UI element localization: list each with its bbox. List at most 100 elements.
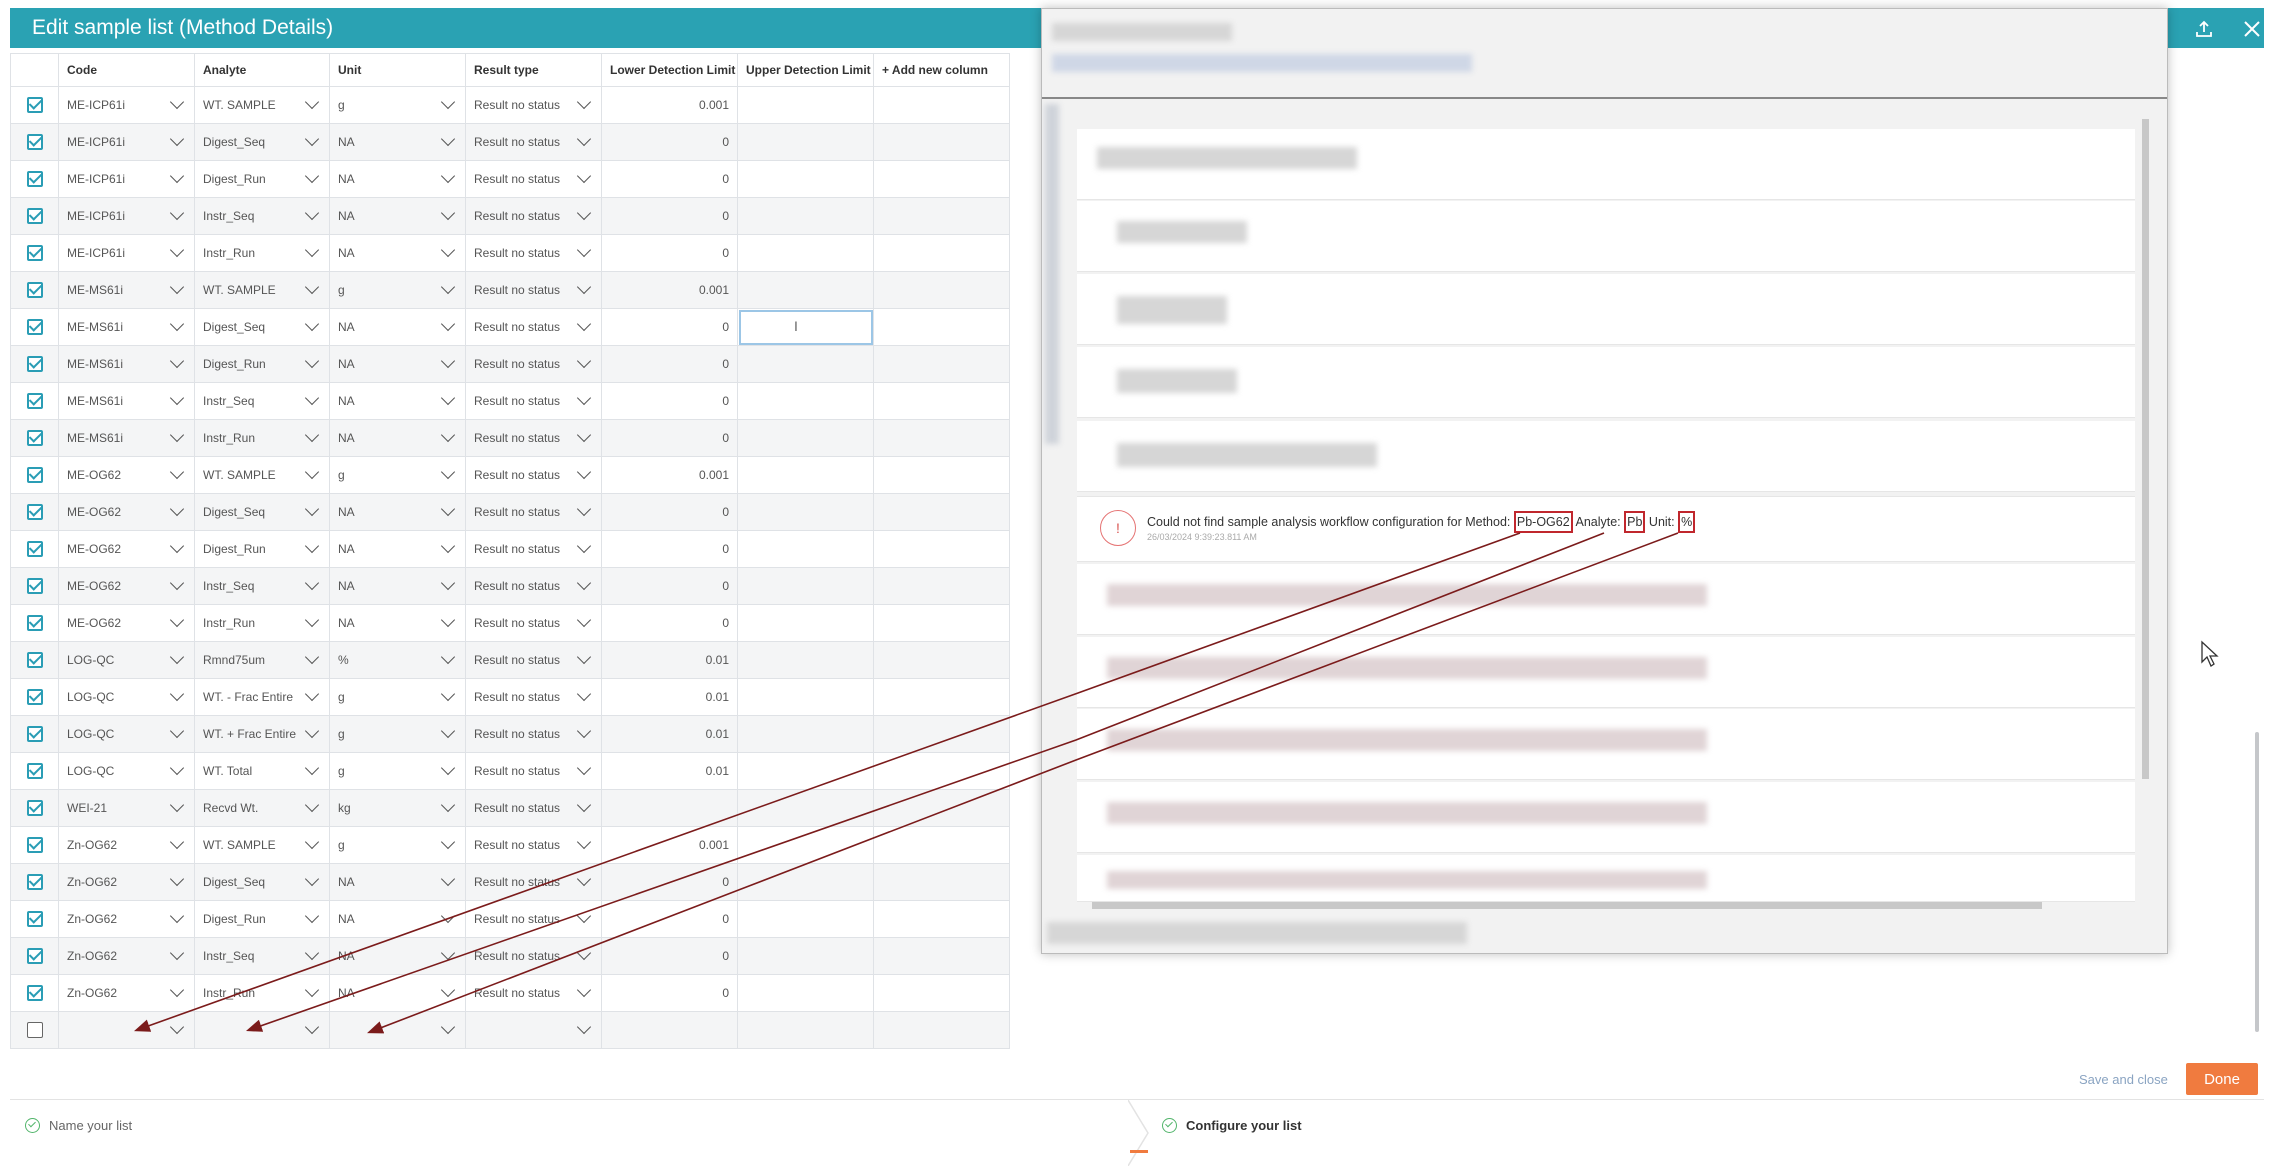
chevron-down-icon[interactable]	[169, 279, 185, 295]
result-type-cell[interactable]: Result no status	[465, 641, 602, 679]
unit-cell[interactable]: g	[329, 715, 466, 753]
row-checkbox[interactable]	[26, 615, 43, 631]
upper-detection-limit-cell[interactable]	[737, 86, 874, 124]
unit-cell[interactable]: NA	[329, 345, 466, 383]
row-checkbox[interactable]	[26, 837, 43, 853]
lower-detection-limit-cell[interactable]: 0	[601, 530, 738, 568]
unit-cell[interactable]	[329, 1011, 466, 1049]
unit-cell[interactable]: NA	[329, 419, 466, 457]
chevron-down-icon[interactable]	[440, 982, 456, 998]
upper-detection-limit-cell[interactable]: I	[737, 308, 874, 346]
analyte-cell[interactable]: WT. SAMPLE	[194, 271, 330, 309]
analyte-cell[interactable]: Digest_Run	[194, 900, 330, 938]
chevron-down-icon[interactable]	[440, 205, 456, 221]
row-checkbox-cell[interactable]	[10, 567, 59, 605]
row-checkbox[interactable]	[26, 689, 43, 705]
lower-detection-limit-cell[interactable]: 0	[601, 493, 738, 531]
lower-detection-limit-cell[interactable]: 0	[601, 974, 738, 1012]
upper-detection-limit-cell[interactable]	[737, 197, 874, 235]
row-checkbox[interactable]	[26, 245, 43, 261]
lower-detection-limit-cell[interactable]: 0	[601, 197, 738, 235]
upper-detection-limit-cell[interactable]	[737, 234, 874, 272]
chevron-down-icon[interactable]	[440, 316, 456, 332]
chevron-down-icon[interactable]	[169, 834, 185, 850]
lower-detection-limit-cell[interactable]: 0.01	[601, 641, 738, 679]
row-checkbox-cell[interactable]	[10, 789, 59, 827]
row-checkbox-cell[interactable]	[10, 604, 59, 642]
chevron-down-icon[interactable]	[576, 797, 592, 813]
chevron-down-icon[interactable]	[440, 390, 456, 406]
analyte-cell[interactable]: Instr_Run	[194, 419, 330, 457]
upload-icon[interactable]	[2190, 15, 2218, 43]
row-checkbox-cell[interactable]	[10, 271, 59, 309]
result-type-cell[interactable]: Result no status	[465, 715, 602, 753]
chevron-down-icon[interactable]	[440, 797, 456, 813]
unit-cell[interactable]: NA	[329, 937, 466, 975]
row-checkbox[interactable]	[26, 911, 43, 927]
chevron-down-icon[interactable]	[304, 908, 320, 924]
analyte-cell[interactable]: Digest_Run	[194, 345, 330, 383]
lower-detection-limit-cell[interactable]: 0	[601, 234, 738, 272]
lower-detection-limit-cell[interactable]: 0.001	[601, 86, 738, 124]
row-checkbox-cell[interactable]	[10, 530, 59, 568]
result-type-cell[interactable]: Result no status	[465, 900, 602, 938]
upper-detection-limit-cell[interactable]	[737, 345, 874, 383]
unit-cell[interactable]: g	[329, 752, 466, 790]
unit-cell[interactable]: NA	[329, 382, 466, 420]
unit-cell[interactable]: NA	[329, 567, 466, 605]
lower-detection-limit-cell[interactable]: 0	[601, 604, 738, 642]
row-checkbox[interactable]	[26, 171, 43, 187]
chevron-down-icon[interactable]	[169, 501, 185, 517]
chevron-down-icon[interactable]	[169, 797, 185, 813]
code-cell[interactable]: Zn-OG62	[58, 974, 195, 1012]
chevron-down-icon[interactable]	[304, 871, 320, 887]
code-cell[interactable]: ME-ICP61i	[58, 123, 195, 161]
row-checkbox[interactable]	[26, 874, 43, 890]
upper-detection-limit-cell[interactable]	[737, 863, 874, 901]
upper-detection-limit-cell[interactable]	[737, 826, 874, 864]
upper-detection-limit-cell[interactable]	[737, 641, 874, 679]
code-cell[interactable]: ME-MS61i	[58, 271, 195, 309]
chevron-down-icon[interactable]	[304, 575, 320, 591]
result-type-cell[interactable]: Result no status	[465, 493, 602, 531]
code-cell[interactable]	[58, 1011, 195, 1049]
code-cell[interactable]: Zn-OG62	[58, 863, 195, 901]
lower-detection-limit-cell[interactable]: 0.01	[601, 715, 738, 753]
chevron-down-icon[interactable]	[576, 94, 592, 110]
chevron-down-icon[interactable]	[169, 686, 185, 702]
page-scrollbar[interactable]	[2253, 52, 2261, 1048]
column-header-result-type[interactable]: Result type	[465, 53, 602, 87]
row-checkbox-cell[interactable]	[10, 86, 59, 124]
chevron-down-icon[interactable]	[440, 168, 456, 184]
chevron-down-icon[interactable]	[440, 131, 456, 147]
chevron-down-icon[interactable]	[169, 168, 185, 184]
chevron-down-icon[interactable]	[304, 427, 320, 443]
upper-detection-limit-cell[interactable]	[737, 1011, 874, 1049]
chevron-down-icon[interactable]	[169, 427, 185, 443]
lower-detection-limit-cell[interactable]: 0	[601, 900, 738, 938]
row-checkbox-cell[interactable]	[10, 123, 59, 161]
result-type-cell[interactable]: Result no status	[465, 419, 602, 457]
code-cell[interactable]: ME-MS61i	[58, 345, 195, 383]
row-checkbox[interactable]	[26, 504, 43, 520]
chevron-down-icon[interactable]	[576, 464, 592, 480]
upper-detection-limit-cell[interactable]	[737, 678, 874, 716]
upper-detection-limit-cell[interactable]	[737, 974, 874, 1012]
row-checkbox[interactable]	[26, 393, 43, 409]
chevron-down-icon[interactable]	[440, 612, 456, 628]
unit-cell[interactable]: NA	[329, 160, 466, 198]
row-checkbox[interactable]	[26, 134, 43, 150]
row-checkbox-cell[interactable]	[10, 160, 59, 198]
chevron-down-icon[interactable]	[169, 612, 185, 628]
chevron-down-icon[interactable]	[440, 501, 456, 517]
chevron-down-icon[interactable]	[169, 316, 185, 332]
upper-detection-limit-cell[interactable]	[737, 493, 874, 531]
analyte-cell[interactable]: Instr_Run	[194, 974, 330, 1012]
lower-detection-limit-cell[interactable]: 0.01	[601, 678, 738, 716]
chevron-down-icon[interactable]	[440, 1019, 456, 1035]
chevron-down-icon[interactable]	[576, 908, 592, 924]
unit-cell[interactable]: NA	[329, 900, 466, 938]
chevron-down-icon[interactable]	[576, 242, 592, 258]
row-checkbox-cell[interactable]	[10, 937, 59, 975]
upper-detection-limit-cell[interactable]	[737, 382, 874, 420]
